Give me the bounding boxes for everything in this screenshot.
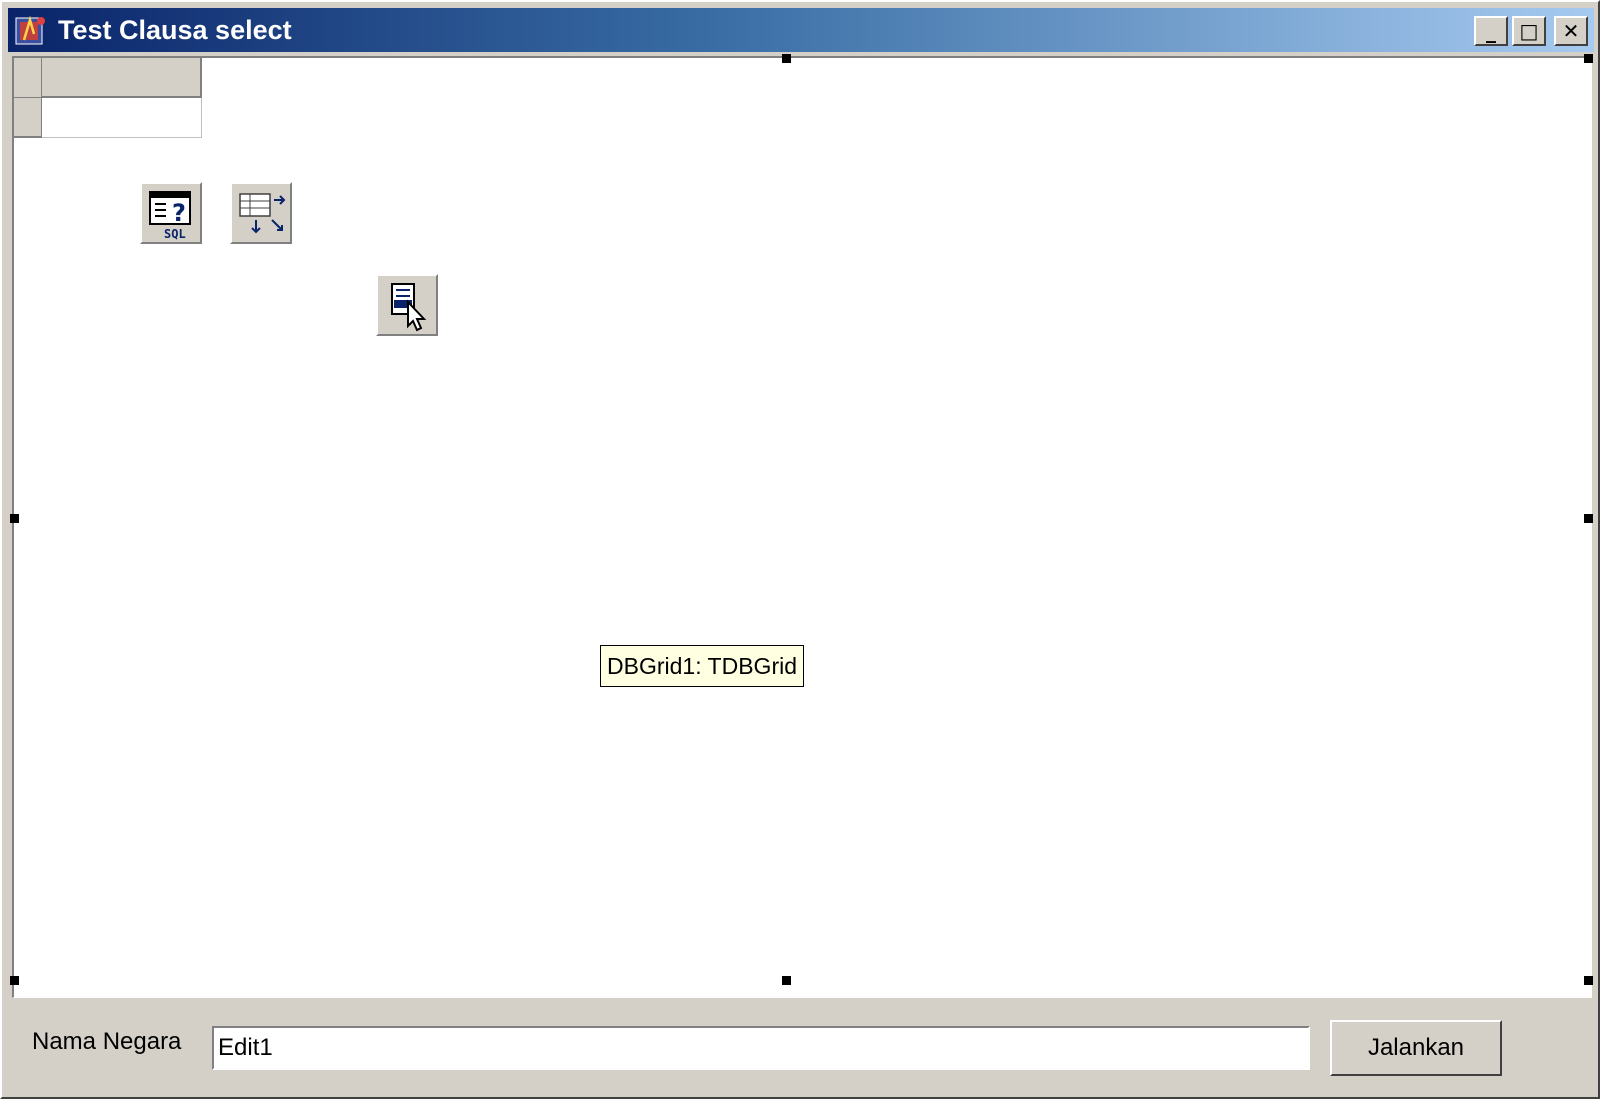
resize-handle[interactable] [1584,976,1593,985]
close-button[interactable]: ✕ [1554,16,1588,46]
datasource-component[interactable] [376,274,438,336]
grid-corner-cell [14,58,42,98]
svg-text:SQL: SQL [164,227,186,240]
grid-cell[interactable] [42,98,202,138]
resize-handle[interactable] [782,976,791,985]
grid-column-header[interactable] [42,58,202,98]
resize-handle[interactable] [782,54,791,63]
minimize-button[interactable]: _ [1474,16,1508,46]
table-icon [239,193,286,234]
resize-handle[interactable] [10,976,19,985]
title-bar[interactable]: Test Clausa select _ □ ✕ [8,8,1594,52]
resize-handle[interactable] [10,514,19,523]
resize-handle[interactable] [1584,514,1593,523]
sql-query-icon: ? SQL [149,191,191,240]
delphi-app-icon [15,15,45,45]
bottom-panel: Nama Negara Jalankan [12,998,1592,1093]
nama-negara-label: Nama Negara [32,1028,182,1055]
jalankan-button[interactable]: Jalankan [1330,1020,1502,1076]
window-title: Test Clausa select [58,15,292,45]
app-window: Test Clausa select _ □ ✕ ? SQL DBGrid1: … [0,0,1600,1099]
dbgrid[interactable]: ? SQL DBGrid1: TDBGrid [10,54,1593,998]
form-client-area: ? SQL DBGrid1: TDBGrid Nama Negara Edit1… [10,54,1593,1093]
maximize-button[interactable]: □ [1512,16,1546,46]
grid-row-indicator[interactable] [14,98,42,138]
resize-handle[interactable] [1584,54,1593,63]
svg-text:?: ? [172,199,186,227]
query-component[interactable]: ? SQL [140,182,202,244]
datasource-icon [391,283,427,332]
nama-negara-input[interactable] [212,1026,1310,1070]
table-component[interactable] [230,182,292,244]
component-tooltip: DBGrid1: TDBGrid [600,645,805,687]
